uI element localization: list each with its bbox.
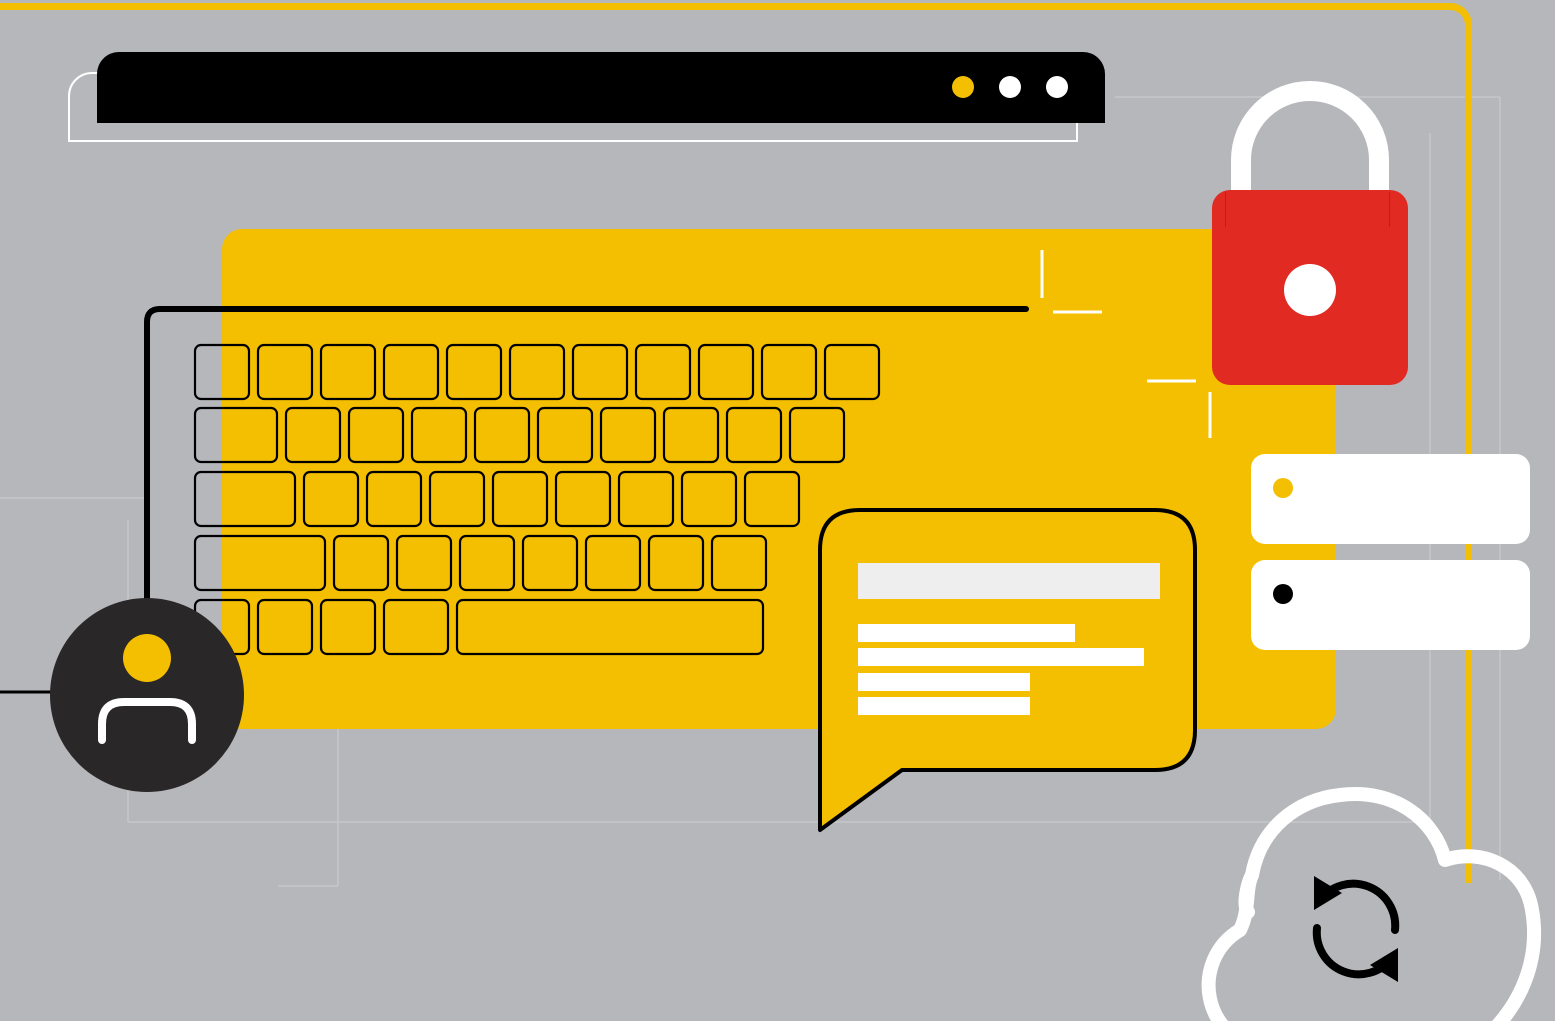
keyboard-key — [571, 343, 629, 401]
keyboard-key — [788, 406, 846, 464]
focus-corner-marks — [1040, 250, 1212, 438]
keyboard-key — [428, 470, 486, 528]
keyboard-key — [743, 470, 801, 528]
keyboard-key — [599, 406, 657, 464]
keyboard-key — [584, 534, 642, 592]
message-text-line — [858, 697, 1030, 715]
message-text-line — [858, 648, 1144, 666]
keyboard-key — [193, 406, 279, 464]
keyboard-key — [256, 598, 314, 656]
keyboard-key — [445, 343, 503, 401]
keyboard-key — [710, 534, 768, 592]
keyboard-key — [347, 406, 405, 464]
keyboard-key — [193, 470, 297, 528]
settings-row[interactable] — [1251, 454, 1530, 544]
keyboard-key — [319, 343, 377, 401]
cloud-sync-icon[interactable] — [1180, 780, 1555, 1021]
status-dot — [1273, 584, 1293, 604]
status-dot — [1273, 478, 1293, 498]
keyboard-key — [395, 534, 453, 592]
keyboard-key — [491, 470, 549, 528]
keyboard-key — [473, 406, 531, 464]
padlock-shackle-left — [1225, 192, 1246, 227]
keyboard-key — [508, 343, 566, 401]
keyboard-key — [634, 343, 692, 401]
keyboard-key — [760, 343, 818, 401]
keyboard-key — [382, 598, 450, 656]
keyboard-key — [193, 343, 251, 401]
keyhole-icon — [1284, 264, 1336, 316]
message-text-line — [858, 624, 1075, 642]
keyboard-key — [697, 343, 755, 401]
keyboard-key — [823, 343, 881, 401]
keyboard-key — [284, 406, 342, 464]
keyboard-key — [302, 470, 360, 528]
keyboard-key — [662, 406, 720, 464]
keyboard-key — [725, 406, 783, 464]
keyboard-key — [458, 534, 516, 592]
keyboard-key — [410, 406, 468, 464]
keyboard-key — [521, 534, 579, 592]
settings-row[interactable] — [1251, 560, 1530, 650]
user-icon — [98, 634, 196, 744]
keyboard-key — [332, 534, 390, 592]
keyboard-key — [382, 343, 440, 401]
keyboard-key — [256, 343, 314, 401]
padlock-shackle-right — [1367, 192, 1390, 227]
message-text-line — [858, 673, 1030, 691]
keyboard-key — [554, 470, 612, 528]
keyboard-key — [319, 598, 377, 656]
keyboard-key — [455, 598, 765, 656]
message-placeholder-field — [858, 563, 1160, 599]
keyboard-key — [617, 470, 675, 528]
keyboard-key — [365, 470, 423, 528]
keyboard-key — [536, 406, 594, 464]
keyboard-key — [193, 534, 327, 592]
keyboard-key — [647, 534, 705, 592]
keyboard-key — [680, 470, 738, 528]
